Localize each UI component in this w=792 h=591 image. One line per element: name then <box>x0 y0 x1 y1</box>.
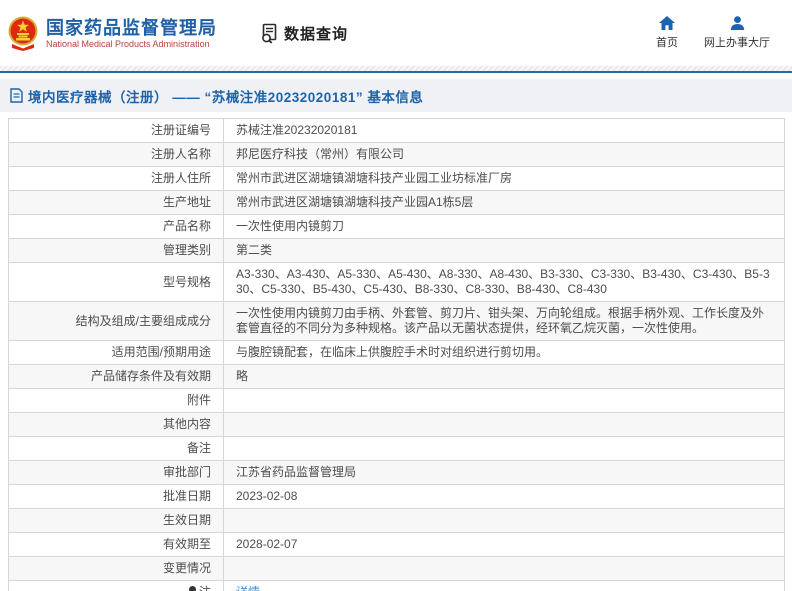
bulb-icon <box>188 586 196 591</box>
nav-service-hall-label: 网上办事大厅 <box>704 37 770 49</box>
table-row: 变更情况 <box>8 556 785 581</box>
row-value: 一次性使用内镜剪刀 <box>223 214 785 239</box>
row-value: 常州市武进区湖塘镇湖塘科技产业园A1栋5层 <box>223 190 785 215</box>
document-search-icon <box>262 23 277 44</box>
table-row: 附件 <box>8 388 785 413</box>
table-row: 生产地址 常州市武进区湖塘镇湖塘科技产业园A1栋5层 <box>8 190 785 215</box>
registration-info-table: 注册证编号 苏械注准20232020181 注册人名称 邦尼医疗科技（常州）有限公司注… <box>8 118 785 591</box>
row-label: 结构及组成/主要组成成分 <box>8 301 224 341</box>
row-label: 生产地址 <box>8 190 224 215</box>
table-row: 注册证编号 苏械注准20232020181 <box>8 118 785 143</box>
table-row: 结构及组成/主要组成成分 一次性使用内镜剪刀由手柄、外套管、剪刀片、钳头架、万向轮… <box>8 301 785 341</box>
table-row: 有效期至 2028-02-07 <box>8 532 785 557</box>
row-value <box>223 412 785 437</box>
nav-item-home[interactable]: 首页 <box>656 16 678 50</box>
row-label: 型号规格 <box>8 262 224 302</box>
row-value: 略 <box>223 364 785 389</box>
table-row: 注册人住所 常州市武进区湖塘镇湖塘科技产业园工业坊标准厂房 <box>8 166 785 191</box>
data-query-label: 数据查询 <box>284 25 349 43</box>
table-row: 生效日期 <box>8 508 785 533</box>
blue-divider <box>0 71 792 73</box>
row-label: 注册人住所 <box>8 166 224 191</box>
data-query-title[interactable]: 数据查询 <box>259 23 348 44</box>
row-label: 有效期至 <box>8 532 224 557</box>
agency-title: 国家药品监督管理局 <box>46 17 217 38</box>
row-value: A3-330、A3-430、A5-330、A5-430、A8-330、A8-43… <box>223 262 785 302</box>
table-row: 管理类别 第二类 <box>8 238 785 263</box>
agency-subtitle: National Medical Products Administration <box>46 38 210 49</box>
row-value <box>223 556 785 581</box>
row-label: 变更情况 <box>8 556 224 581</box>
row-label: 适用范围/预期用途 <box>8 340 224 365</box>
row-value: 2023-02-08 <box>223 484 785 509</box>
page-title: 境内医疗器械（注册） —— “苏械注准20232020181” 基本信息 <box>28 89 424 105</box>
row-label: 产品名称 <box>8 214 224 239</box>
row-value: 第二类 <box>223 238 785 263</box>
table-row: 型号规格 A3-330、A3-430、A5-330、A5-430、A8-330、A… <box>8 262 785 302</box>
row-value: 详情 <box>223 580 785 591</box>
row-value <box>223 436 785 461</box>
table-row: 审批部门 江苏省药品监督管理局 <box>8 460 785 485</box>
site-header: 国家药品监督管理局 National Medical Products Admi… <box>0 0 792 66</box>
row-value <box>223 508 785 533</box>
row-label: 注册证编号 <box>8 118 224 143</box>
row-value: 一次性使用内镜剪刀由手柄、外套管、剪刀片、钳头架、万向轮组成。根据手柄外观、工作… <box>223 301 785 341</box>
row-label: 附件 <box>8 388 224 413</box>
row-value: 常州市武进区湖塘镇湖塘科技产业园工业坊标准厂房 <box>223 166 785 191</box>
row-label: 产品储存条件及有效期 <box>8 364 224 389</box>
national-emblem-icon <box>8 16 38 51</box>
row-label: 备注 <box>8 436 224 461</box>
row-label: 注册人名称 <box>8 142 224 167</box>
row-value: 邦尼医疗科技（常州）有限公司 <box>223 142 785 167</box>
table-row: 备注 <box>8 436 785 461</box>
detail-link[interactable]: 详情 <box>236 585 260 591</box>
table-row: 产品储存条件及有效期略 <box>8 364 785 389</box>
nmpa-logo[interactable]: 国家药品监督管理局 National Medical Products Admi… <box>8 15 217 51</box>
row-value: 与腹腔镜配套，在临床上供腹腔手术时对组织进行剪切用。 <box>223 340 785 365</box>
logo-text: 国家药品监督管理局 National Medical Products Admi… <box>46 17 217 50</box>
nav-item-service-hall[interactable]: 网上办事大厅 <box>704 16 770 50</box>
user-icon <box>730 16 744 30</box>
home-icon <box>659 16 675 30</box>
row-value: 苏械注准20232020181 <box>223 118 785 143</box>
nav-home-label: 首页 <box>656 37 678 49</box>
table-row: 批准日期 2023-02-08 <box>8 484 785 509</box>
table-row: 注 详情 <box>8 580 785 591</box>
row-label: 其他内容 <box>8 412 224 437</box>
row-value: 2028-02-07 <box>223 532 785 557</box>
document-icon <box>10 88 23 103</box>
table-row: 适用范围/预期用途 与腹腔镜配套，在临床上供腹腔手术时对组织进行剪切用。 <box>8 340 785 365</box>
row-value <box>223 388 785 413</box>
row-value: 江苏省药品监督管理局 <box>223 460 785 485</box>
table-row: 注册人名称 邦尼医疗科技（常州）有限公司 <box>8 142 785 167</box>
table-row: 其他内容 <box>8 412 785 437</box>
row-label: 生效日期 <box>8 508 224 533</box>
row-label: 审批部门 <box>8 460 224 485</box>
page-title-bar: 境内医疗器械（注册） —— “苏械注准20232020181” 基本信息 <box>0 79 792 112</box>
row-label: 注 <box>8 580 224 591</box>
header-nav: 首页 网上办事大厅 <box>656 16 770 50</box>
info-table-body: 注册证编号 苏械注准20232020181 注册人名称 邦尼医疗科技（常州）有限公司注… <box>8 118 785 591</box>
row-label: 管理类别 <box>8 238 224 263</box>
table-row: 产品名称 一次性使用内镜剪刀 <box>8 214 785 239</box>
row-label: 批准日期 <box>8 484 224 509</box>
